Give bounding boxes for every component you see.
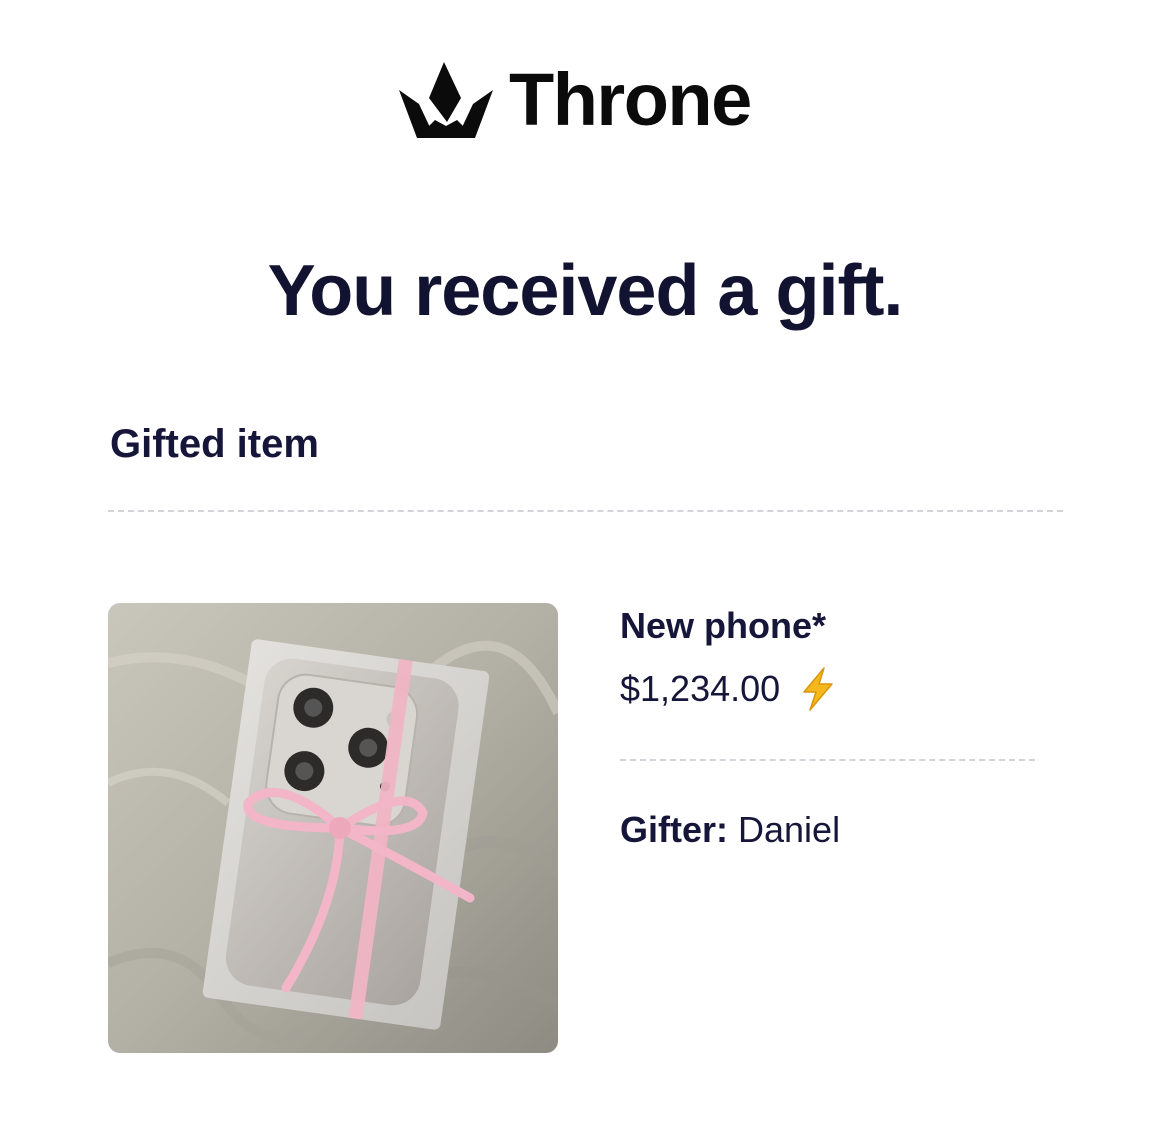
item-price: $1,234.00: [620, 668, 781, 710]
lightning-bolt-icon: [803, 667, 833, 711]
brand-logo: Throne: [397, 58, 752, 142]
gifter-name: Daniel: [738, 809, 841, 850]
page-title: You received a gift.: [267, 251, 904, 331]
item-divider: [620, 759, 1035, 761]
section-title: Gifted item: [110, 422, 319, 466]
brand-name: Throne: [509, 58, 752, 141]
gift-item-photo: [108, 603, 558, 1053]
section-divider: [108, 510, 1063, 512]
gifter-row: Gifter: Daniel: [620, 808, 840, 851]
item-price-row: $1,234.00: [620, 666, 838, 712]
gifter-label: Gifter:: [620, 809, 728, 850]
gift-phone-photo: [108, 603, 558, 1053]
item-name: New phone*: [620, 605, 827, 646]
crown-icon: [399, 62, 493, 138]
